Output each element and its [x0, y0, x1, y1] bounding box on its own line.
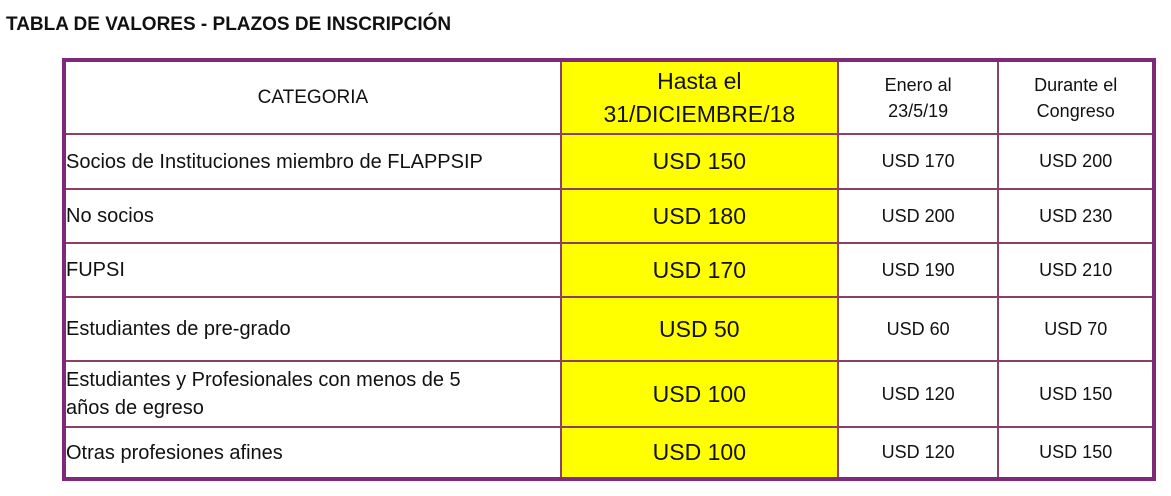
- cell-diciembre-price: USD 180: [559, 188, 839, 244]
- header-text-line: Congreso: [1036, 100, 1115, 121]
- cell-text-line: Estudiantes y Profesionales con menos de…: [66, 369, 461, 391]
- table-header-row: CATEGORIA Hasta el 31/DICIEMBRE/18 Enero…: [63, 59, 1155, 135]
- cell-congreso-price: USD 70: [997, 296, 1155, 362]
- page-title: TABLA DE VALORES - PLAZOS DE INSCRIPCIÓN: [6, 14, 452, 35]
- cell-text-line: No socios: [66, 205, 154, 227]
- cell-categoria: Estudiantes de pre-grado: [63, 296, 562, 362]
- table-row: Estudiantes de pre-grado USD 50 USD 60 U…: [63, 296, 1155, 362]
- cell-diciembre-price: USD 150: [559, 133, 839, 190]
- cell-diciembre-price: USD 100: [559, 426, 839, 480]
- cell-text-line: FUPSI: [66, 259, 125, 281]
- cell-enero-price: USD 60: [836, 296, 1000, 362]
- cell-congreso-price: USD 200: [997, 133, 1155, 190]
- header-text-line: 31/DICIEMBRE/18: [603, 100, 796, 127]
- table-row: Socios de Instituciones miembro de FLAPP…: [63, 133, 1155, 190]
- cell-enero-price: USD 200: [836, 188, 1000, 244]
- header-text-line: Durante el: [1034, 74, 1118, 95]
- table-row: Estudiantes y Profesionales con menos de…: [63, 360, 1155, 428]
- cell-diciembre-price: USD 170: [559, 242, 839, 298]
- cell-categoria: No socios: [63, 188, 562, 244]
- cell-categoria: Estudiantes y Profesionales con menos de…: [63, 360, 562, 428]
- table-row: Otras profesiones afines USD 100 USD 120…: [63, 426, 1155, 480]
- cell-text-line: años de egreso: [66, 397, 204, 419]
- table-row: FUPSI USD 170 USD 190 USD 210: [63, 242, 1155, 298]
- cell-enero-price: USD 170: [836, 133, 1000, 190]
- cell-congreso-price: USD 210: [997, 242, 1155, 298]
- header-hasta-diciembre: Hasta el 31/DICIEMBRE/18: [559, 59, 839, 135]
- cell-categoria: FUPSI: [63, 242, 562, 298]
- table-row: No socios USD 180 USD 200 USD 230: [63, 188, 1155, 244]
- header-text-line: 23/5/19: [888, 100, 949, 121]
- header-text-line: Enero al: [884, 74, 952, 95]
- cell-congreso-price: USD 150: [997, 360, 1155, 428]
- cell-categoria: Socios de Instituciones miembro de FLAPP…: [63, 133, 562, 190]
- cell-enero-price: USD 120: [836, 360, 1000, 428]
- header-enero: Enero al 23/5/19: [836, 59, 1000, 135]
- cell-enero-price: USD 190: [836, 242, 1000, 298]
- fees-table: CATEGORIA Hasta el 31/DICIEMBRE/18 Enero…: [62, 58, 1156, 481]
- cell-text-line: Otras profesiones afines: [66, 441, 283, 464]
- header-categoria: CATEGORIA: [63, 59, 562, 135]
- cell-congreso-price: USD 150: [997, 426, 1155, 480]
- cell-congreso-price: USD 230: [997, 188, 1155, 244]
- cell-diciembre-price: USD 50: [559, 296, 839, 362]
- cell-diciembre-price: USD 100: [559, 360, 839, 428]
- cell-enero-price: USD 120: [836, 426, 1000, 480]
- cell-text-line: Estudiantes de pre-grado: [66, 318, 291, 340]
- header-congreso: Durante el Congreso: [997, 59, 1155, 135]
- header-text-line: Hasta el: [657, 67, 742, 94]
- cell-text-line: Socios de Instituciones miembro de FLAPP…: [66, 150, 483, 173]
- cell-categoria: Otras profesiones afines: [63, 426, 562, 480]
